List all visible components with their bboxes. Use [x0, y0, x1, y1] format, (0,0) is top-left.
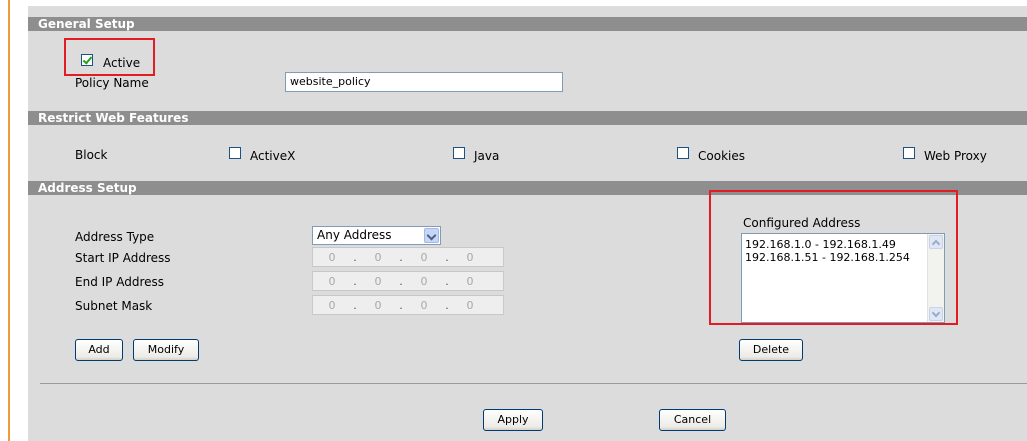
activex-checkbox[interactable] — [229, 147, 241, 159]
chevron-down-icon[interactable] — [424, 228, 439, 243]
apply-button[interactable]: Apply — [483, 409, 543, 431]
block-label: Block — [75, 148, 108, 162]
activex-label: ActiveX — [250, 149, 296, 163]
web-proxy-label: Web Proxy — [924, 149, 987, 163]
dot-separator: . — [353, 298, 357, 312]
active-label: Active — [103, 56, 141, 70]
policy-name-label: Policy Name — [75, 76, 149, 90]
end-ip-input[interactable]: 0. 0. 0. 0 — [312, 271, 504, 291]
cancel-button[interactable]: Cancel — [659, 409, 726, 431]
end-ip-octet[interactable]: 0 — [313, 275, 351, 288]
left-frame-border — [0, 0, 10, 441]
end-ip-octet[interactable]: 0 — [451, 275, 489, 288]
subnet-mask-octet[interactable]: 0 — [359, 299, 397, 312]
list-item[interactable]: 192.168.1.0 - 192.168.1.49 — [742, 238, 944, 251]
subnet-mask-label: Subnet Mask — [75, 299, 153, 313]
end-ip-octet[interactable]: 0 — [359, 275, 397, 288]
end-ip-label: End IP Address — [75, 275, 164, 289]
dot-separator: . — [399, 250, 403, 264]
dot-separator: . — [445, 274, 449, 288]
cookies-label: Cookies — [698, 149, 745, 163]
configured-address-list[interactable]: 192.168.1.0 - 192.168.1.49 192.168.1.51 … — [741, 233, 945, 323]
address-type-select[interactable]: Any Address — [312, 226, 441, 245]
subnet-mask-octet[interactable]: 0 — [405, 299, 443, 312]
java-checkbox[interactable] — [453, 147, 465, 159]
dot-separator: . — [353, 274, 357, 288]
address-type-label: Address Type — [75, 230, 155, 244]
start-ip-octet[interactable]: 0 — [405, 251, 443, 264]
end-ip-octet[interactable]: 0 — [405, 275, 443, 288]
start-ip-octet[interactable]: 0 — [451, 251, 489, 264]
cookies-checkbox[interactable] — [677, 147, 689, 159]
scroll-up-icon[interactable] — [929, 235, 943, 249]
list-scrollbar[interactable] — [927, 234, 944, 322]
dot-separator: . — [353, 250, 357, 264]
modify-button[interactable]: Modify — [133, 339, 199, 361]
start-ip-octet[interactable]: 0 — [313, 251, 351, 264]
subnet-mask-octet[interactable]: 0 — [451, 299, 489, 312]
subnet-mask-input[interactable]: 0. 0. 0. 0 — [312, 295, 504, 315]
policy-name-input[interactable]: website_policy — [285, 72, 563, 92]
dot-separator: . — [445, 250, 449, 264]
start-ip-octet[interactable]: 0 — [359, 251, 397, 264]
divider — [40, 383, 1027, 384]
scroll-down-icon[interactable] — [929, 307, 943, 321]
active-checkbox[interactable] — [81, 54, 93, 66]
list-item[interactable]: 192.168.1.51 - 192.168.1.254 — [742, 251, 944, 264]
restrict-web-features-header: Restrict Web Features — [28, 111, 1027, 125]
java-label: Java — [474, 149, 500, 163]
address-type-value: Any Address — [317, 228, 392, 242]
delete-button[interactable]: Delete — [739, 339, 803, 361]
configured-address-title: Configured Address — [743, 216, 861, 230]
dot-separator: . — [399, 274, 403, 288]
subnet-mask-octet[interactable]: 0 — [313, 299, 351, 312]
web-proxy-checkbox[interactable] — [903, 147, 915, 159]
start-ip-input[interactable]: 0. 0. 0. 0 — [312, 247, 504, 267]
dot-separator: . — [445, 298, 449, 312]
dot-separator: . — [399, 298, 403, 312]
general-setup-header: General Setup — [28, 17, 1027, 31]
start-ip-label: Start IP Address — [75, 251, 171, 265]
add-button[interactable]: Add — [75, 339, 123, 361]
